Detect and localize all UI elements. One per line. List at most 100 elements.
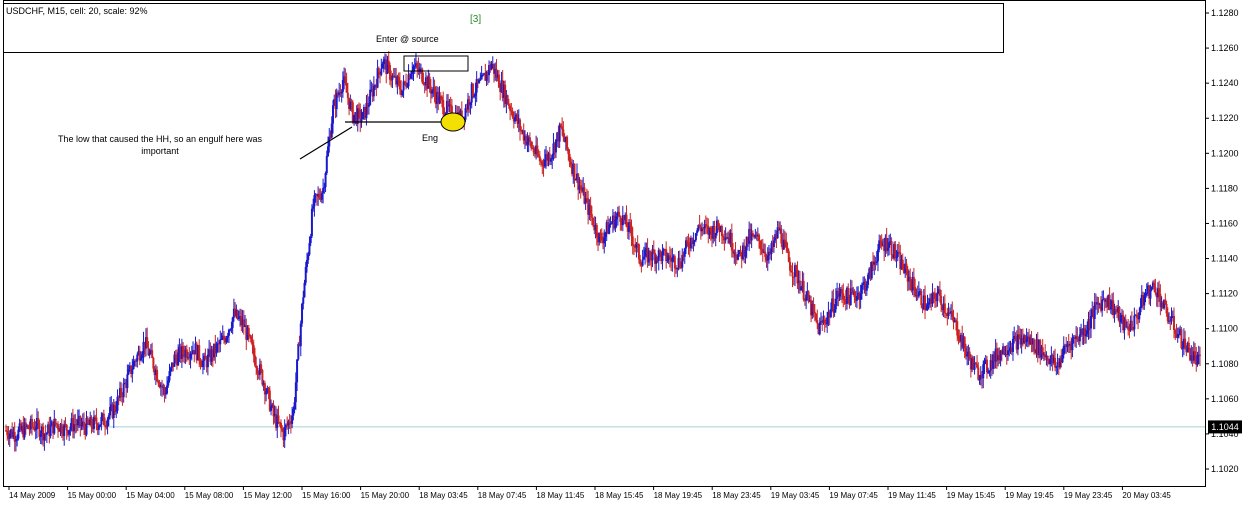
candle-body <box>895 256 898 258</box>
candle-body <box>330 123 333 138</box>
candle-body <box>841 289 844 294</box>
candle-body <box>618 211 621 217</box>
candle-body <box>102 413 105 426</box>
candle-body <box>954 320 957 322</box>
candle-body <box>65 424 68 431</box>
candle-body <box>730 232 733 251</box>
candle-body <box>917 291 920 297</box>
candle-body <box>1130 320 1133 329</box>
candle-body <box>433 87 436 95</box>
candle-body <box>1046 355 1049 361</box>
candle-body <box>349 101 352 110</box>
candle-body <box>1041 347 1044 355</box>
candle-body <box>758 234 761 241</box>
candle-body <box>1196 355 1199 365</box>
candle-body <box>878 240 881 250</box>
candle-body <box>1003 346 1006 355</box>
candle-body <box>1109 307 1112 310</box>
candle-body <box>413 66 416 68</box>
candle-body <box>8 433 11 439</box>
candle-body <box>1153 282 1156 288</box>
candle-body <box>559 124 562 127</box>
candle-body <box>1011 338 1014 352</box>
candle-body <box>920 291 923 306</box>
candle-body <box>766 255 769 261</box>
candle-body <box>367 104 370 107</box>
candle-body <box>833 309 836 313</box>
y-tick-label: 1.1160 <box>1211 218 1238 228</box>
candle-body <box>122 383 125 398</box>
candle-body <box>90 417 93 427</box>
candle-body <box>201 360 204 367</box>
candle-body <box>615 216 618 220</box>
candle-body <box>506 95 509 105</box>
candle-body <box>926 304 929 310</box>
candle-body <box>541 161 544 165</box>
candle-body <box>888 242 891 248</box>
candle-body <box>406 86 409 88</box>
candle-body <box>519 119 522 131</box>
candle-body <box>987 371 990 373</box>
candle-body <box>1154 287 1157 294</box>
candle-body <box>1078 334 1081 342</box>
candle-body <box>372 85 375 97</box>
candle-body <box>100 416 103 425</box>
candle-body <box>951 311 954 317</box>
candle-body <box>562 129 565 138</box>
candle-body <box>255 365 258 369</box>
candle-body <box>27 425 30 429</box>
candle-body <box>610 223 613 225</box>
candle-body <box>722 236 725 238</box>
candle-body <box>764 251 767 257</box>
candle-body <box>963 336 966 349</box>
candle-body <box>567 148 570 154</box>
candle-body <box>579 185 582 189</box>
candle-body <box>978 378 981 380</box>
candle-body <box>696 230 699 234</box>
candle-body <box>345 83 348 93</box>
candle-body <box>678 257 681 268</box>
candle-body <box>573 163 576 180</box>
candle-body <box>440 97 443 100</box>
y-tick-label: 1.1220 <box>1211 113 1239 123</box>
candle-body <box>977 367 980 380</box>
candle-body <box>152 357 155 369</box>
candle-body <box>126 374 129 389</box>
candle-body <box>649 250 652 259</box>
candle-body <box>1149 289 1152 299</box>
candle-body <box>785 241 788 248</box>
candle-body <box>912 277 915 287</box>
candle-body <box>204 355 207 360</box>
candle-body <box>1114 309 1117 311</box>
candle-body <box>250 336 253 343</box>
candle-body <box>566 136 569 149</box>
candle-body <box>592 217 595 226</box>
candle-body <box>652 249 655 253</box>
candle-body <box>402 81 405 91</box>
candle-body <box>933 293 936 299</box>
candle-body <box>199 360 202 365</box>
wave-label: [3] <box>470 14 482 25</box>
candle-body <box>665 249 668 262</box>
candle-body <box>537 154 540 157</box>
candle-body <box>344 76 347 84</box>
candle-body <box>528 137 531 142</box>
candle-body <box>1184 338 1187 349</box>
candle-body <box>39 434 42 437</box>
candle-body <box>631 236 634 246</box>
candle-body <box>985 359 988 373</box>
candle-body <box>924 295 927 310</box>
candle-body <box>568 153 571 162</box>
candle-body <box>106 419 109 427</box>
candle-body <box>751 233 754 235</box>
candle-body <box>1124 319 1127 328</box>
candle-body <box>340 91 343 94</box>
candle-body <box>867 274 870 285</box>
candle-body <box>146 337 149 348</box>
candle-body <box>847 287 850 297</box>
current-price-tag-text: 1.1044 <box>1211 422 1239 432</box>
candle-body <box>625 214 628 227</box>
candle-body <box>54 418 57 424</box>
candle-body <box>826 317 829 325</box>
candle-body <box>1174 329 1177 334</box>
